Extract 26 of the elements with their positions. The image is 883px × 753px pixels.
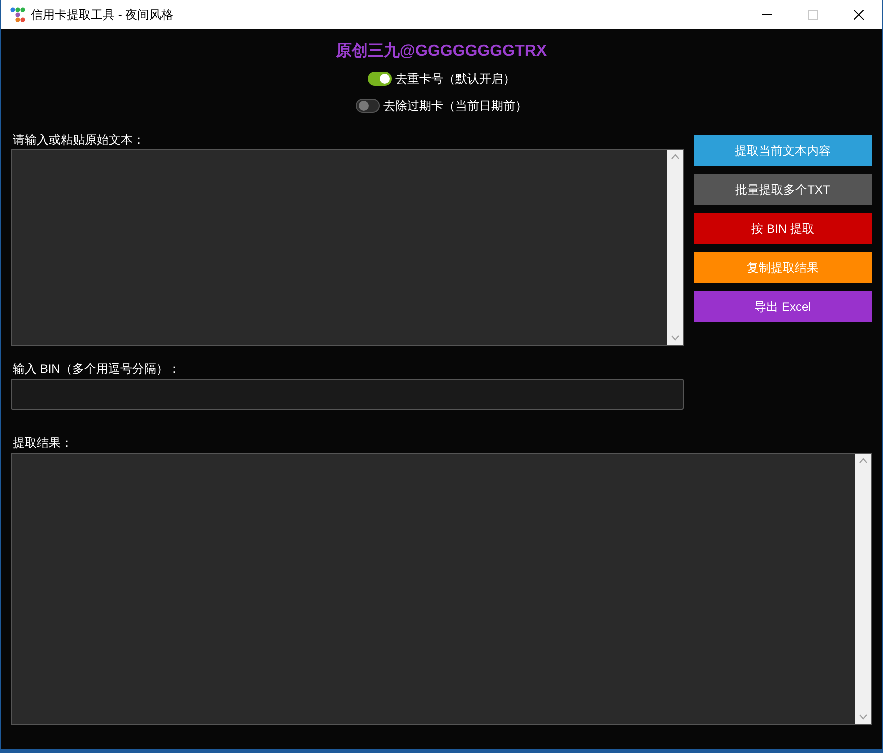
header-title: 原创三九@GGGGGGGGTRX xyxy=(336,42,548,62)
source-text-area[interactable] xyxy=(11,149,684,346)
toggle-label: 去除过期卡（当前日期前） xyxy=(384,98,528,115)
toggle-label: 去重卡号（默认开启） xyxy=(396,71,516,88)
minimize-icon xyxy=(762,14,772,15)
action-button[interactable]: 提取当前文本内容 xyxy=(694,135,872,166)
result-text-area[interactable] xyxy=(11,453,872,725)
scroll-down-icon[interactable] xyxy=(670,335,680,341)
action-button[interactable]: 按 BIN 提取 xyxy=(694,213,872,244)
maximize-icon xyxy=(808,10,818,20)
scrollbar[interactable] xyxy=(855,454,871,724)
toggle-switch[interactable] xyxy=(356,99,380,113)
scroll-up-icon[interactable] xyxy=(670,154,680,160)
toggle-switch[interactable] xyxy=(368,72,392,86)
close-icon xyxy=(854,10,864,20)
window-title: 信用卡提取工具 - 夜间风格 xyxy=(31,6,174,24)
scroll-down-icon[interactable] xyxy=(858,714,868,720)
source-label: 请输入或粘贴原始文本： xyxy=(13,132,146,149)
action-button[interactable]: 批量提取多个TXT xyxy=(694,174,872,205)
scroll-up-icon[interactable] xyxy=(858,458,868,464)
action-button[interactable]: 导出 Excel xyxy=(694,291,872,322)
scrollbar[interactable] xyxy=(667,150,683,345)
result-label: 提取结果： xyxy=(13,435,74,452)
app-icon xyxy=(10,6,26,22)
bin-input-field[interactable] xyxy=(11,379,684,410)
bin-label: 输入 BIN（多个用逗号分隔）： xyxy=(13,361,182,378)
